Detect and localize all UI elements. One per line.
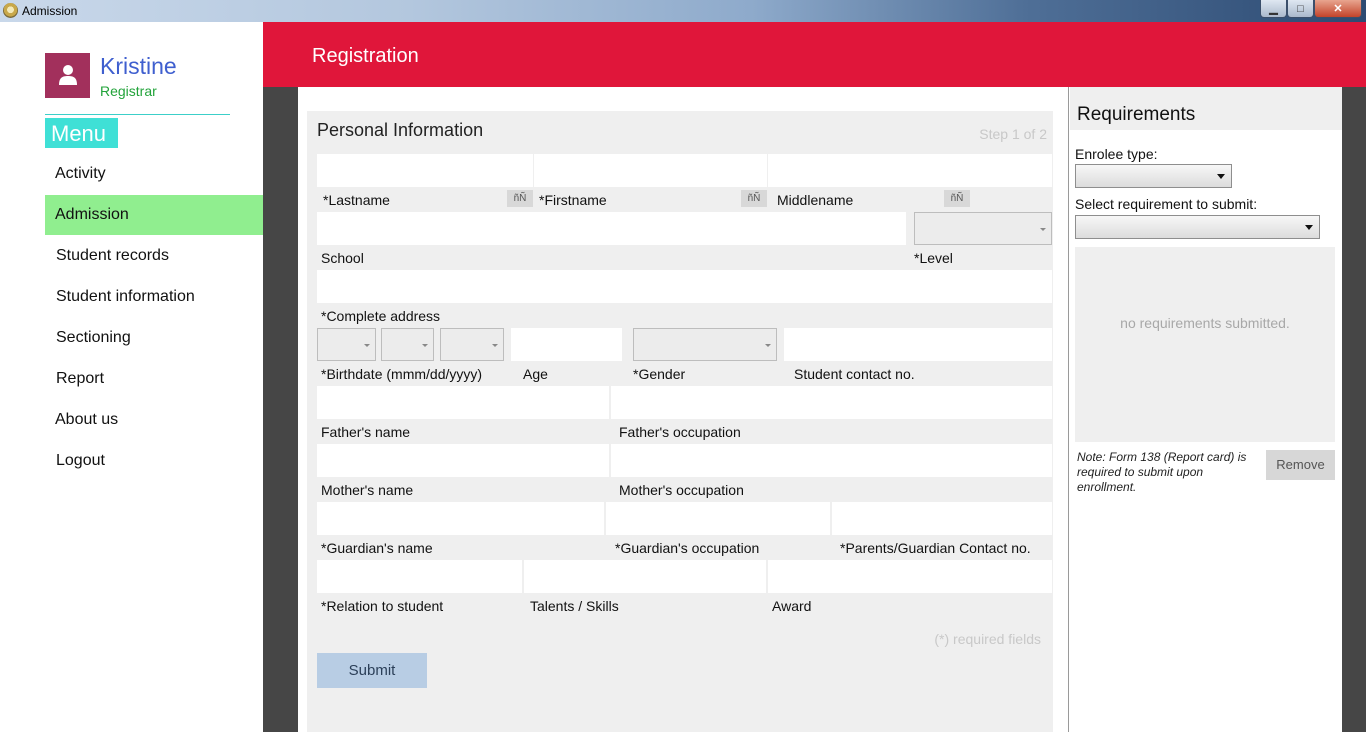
talents-label: Talents / Skills xyxy=(530,598,619,614)
mother-occupation-input[interactable] xyxy=(611,444,1052,477)
menu-item-about-us[interactable]: About us xyxy=(45,400,263,440)
lastname-input[interactable] xyxy=(317,154,533,187)
submitted-requirements-list[interactable]: no requirements submitted. xyxy=(1075,247,1335,442)
lastname-label: *Lastname xyxy=(323,192,390,208)
menu-item-student-records[interactable]: Student records xyxy=(45,236,263,276)
user-role: Registrar xyxy=(100,83,157,99)
student-contact-label: Student contact no. xyxy=(794,366,915,382)
firstname-label: *Firstname xyxy=(539,192,607,208)
level-select[interactable] xyxy=(914,212,1052,245)
guardian-occupation-input[interactable] xyxy=(606,502,830,535)
user-divider xyxy=(45,114,230,115)
lastname-special-char-button[interactable]: ñÑ xyxy=(507,190,533,207)
address-input[interactable] xyxy=(317,270,1052,303)
relation-label: *Relation to student xyxy=(321,598,444,614)
relation-input[interactable] xyxy=(317,560,522,593)
enrolee-type-label: Enrolee type: xyxy=(1075,146,1158,162)
form-heading: Personal Information xyxy=(317,120,484,140)
chevron-down-icon xyxy=(1217,174,1225,179)
guardian-name-input[interactable] xyxy=(317,502,604,535)
birth-year-select[interactable] xyxy=(440,328,504,361)
enrolee-type-select[interactable] xyxy=(1075,164,1232,188)
gender-select[interactable] xyxy=(633,328,777,361)
guardian-name-label: *Guardian's name xyxy=(321,540,433,556)
firstname-special-char-button[interactable]: ñÑ xyxy=(741,190,767,207)
submit-button[interactable]: Submit xyxy=(317,653,427,688)
talents-input[interactable] xyxy=(524,560,766,593)
avatar xyxy=(45,53,90,98)
guardian-occupation-label: *Guardian's occupation xyxy=(615,540,760,556)
father-occupation-input[interactable] xyxy=(611,386,1052,419)
birthdate-label: *Birthdate (mmm/dd/yyyy) xyxy=(321,366,483,382)
menu-item-logout[interactable]: Logout xyxy=(45,441,263,481)
level-label: *Level xyxy=(914,250,953,266)
guardian-contact-input[interactable] xyxy=(832,502,1052,535)
requirements-note: Note: Form 138 (Report card) is required… xyxy=(1077,450,1247,494)
page-header: Registration xyxy=(263,22,1366,87)
gender-label: *Gender xyxy=(633,366,686,382)
middlename-special-char-button[interactable]: ñÑ xyxy=(944,190,970,207)
remove-button[interactable]: Remove xyxy=(1266,450,1335,480)
middlename-label: Middlename xyxy=(777,192,854,208)
menu-item-student-information[interactable]: Student information xyxy=(45,277,263,317)
maximize-button[interactable]: □ xyxy=(1287,0,1314,18)
mother-occupation-label: Mother's occupation xyxy=(619,482,744,498)
award-input[interactable] xyxy=(768,560,1052,593)
personal-information-form: Personal Information Step 1 of 2 *Lastna… xyxy=(307,111,1053,732)
page-title: Registration xyxy=(312,45,419,67)
school-label: School xyxy=(321,250,364,266)
app-icon xyxy=(3,3,18,18)
window-title: Admission xyxy=(22,4,78,18)
required-fields-note: (*) required fields xyxy=(934,631,1041,647)
father-occupation-label: Father's occupation xyxy=(619,424,741,440)
form-panel: Personal Information Step 1 of 2 *Lastna… xyxy=(298,87,1069,732)
mother-name-label: Mother's name xyxy=(321,482,414,498)
father-name-input[interactable] xyxy=(317,386,609,419)
user-icon xyxy=(59,65,77,85)
age-input[interactable] xyxy=(511,328,622,361)
chevron-down-icon xyxy=(1305,225,1313,230)
requirements-panel: Requirements Enrolee type: Select requir… xyxy=(1070,87,1342,732)
sidebar: Kristine Registrar Menu Activity Admissi… xyxy=(0,22,263,732)
award-label: Award xyxy=(772,598,812,614)
minimize-button[interactable]: ▁ xyxy=(1260,0,1287,18)
address-label: *Complete address xyxy=(321,308,441,324)
age-label: Age xyxy=(523,366,548,382)
requirement-select-label: Select requirement to submit: xyxy=(1075,196,1258,212)
menu-item-activity[interactable]: Activity xyxy=(45,154,263,194)
firstname-input[interactable] xyxy=(534,154,767,187)
close-button[interactable]: ✕ xyxy=(1314,0,1362,18)
guardian-contact-label: *Parents/Guardian Contact no. xyxy=(840,540,1031,556)
father-name-label: Father's name xyxy=(321,424,411,440)
requirement-select[interactable] xyxy=(1075,215,1320,239)
middlename-input[interactable] xyxy=(768,154,1052,187)
gutter-right xyxy=(1342,87,1366,732)
user-name: Kristine xyxy=(100,53,177,79)
step-indicator: Step 1 of 2 xyxy=(979,126,1047,142)
gutter-left xyxy=(263,87,298,732)
menu-title: Menu xyxy=(45,118,118,148)
student-contact-input[interactable] xyxy=(784,328,1052,361)
menu-item-report[interactable]: Report xyxy=(45,359,263,399)
birth-day-select[interactable] xyxy=(381,328,434,361)
birth-month-select[interactable] xyxy=(317,328,376,361)
mother-name-input[interactable] xyxy=(317,444,609,477)
requirements-header: Requirements xyxy=(1070,87,1342,130)
menu-item-sectioning[interactable]: Sectioning xyxy=(45,318,263,358)
requirements-title: Requirements xyxy=(1077,104,1196,125)
empty-requirements-message: no requirements submitted. xyxy=(1120,315,1290,331)
school-input[interactable] xyxy=(317,212,906,245)
menu-item-admission[interactable]: Admission xyxy=(45,195,263,235)
window-titlebar: Admission ▁ □ ✕ xyxy=(0,0,1366,22)
